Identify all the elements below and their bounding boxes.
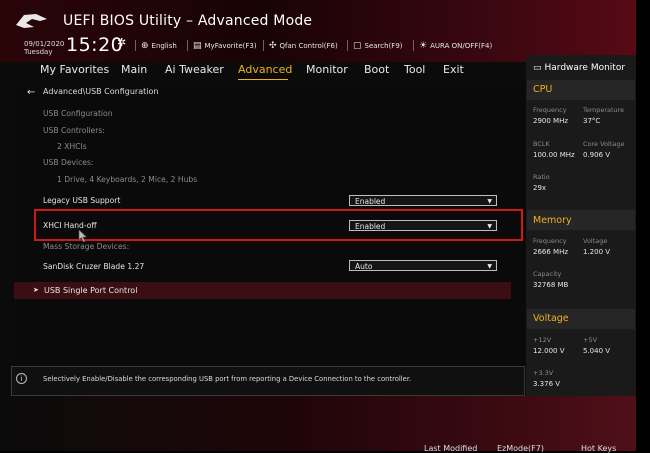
aura-button[interactable]: ☀ AURA ON/OFF(F4) <box>419 41 492 51</box>
header-divider <box>187 40 188 51</box>
usb-devices-value: 1 Drive, 4 Keyboards, 2 Mice, 2 Hubs <box>57 175 198 184</box>
globe-icon: ⊕ <box>141 41 149 51</box>
qfan-button[interactable]: ✣ Qfan Control(F6) <box>269 41 338 51</box>
breadcrumb: Advanced\USB Configuration <box>43 87 159 96</box>
time-display: 15:20 <box>66 34 124 56</box>
hot-keys-button[interactable]: Hot Keys <box>581 444 616 453</box>
cpu-section-label: CPU <box>533 84 553 95</box>
sandisk-select[interactable]: Auto ▼ <box>349 260 497 271</box>
app-title: UEFI BIOS Utility – Advanced Mode <box>63 13 313 29</box>
usb-devices-label: USB Devices: <box>43 158 94 167</box>
favorite-icon: ▤ <box>193 41 202 51</box>
memory-frequency-value: 2666 MHz <box>533 248 569 256</box>
back-arrow-icon[interactable]: ← <box>27 87 35 98</box>
tab-boot[interactable]: Boot <box>364 63 389 76</box>
memory-voltage-value: 1.200 V <box>583 248 611 256</box>
screen-edge <box>636 0 650 451</box>
hardware-monitor-title: ▭ Hardware Monitor <box>533 63 625 73</box>
v33-value: 3.376 V <box>533 380 561 388</box>
cpu-temperature-value: 37°C <box>583 117 601 125</box>
ezmode-button[interactable]: EzMode(F7) <box>497 444 544 453</box>
tab-monitor[interactable]: Monitor <box>306 63 348 76</box>
header-divider <box>135 40 136 51</box>
bclk-label: BCLK <box>533 140 550 148</box>
day-text: Tuesday <box>24 48 53 56</box>
monitor-icon: ▭ <box>533 63 542 73</box>
cpu-frequency-value: 2900 MHz <box>533 117 569 125</box>
qfan-label: Qfan Control(F6) <box>279 42 338 50</box>
memory-voltage-label: Voltage <box>583 237 608 245</box>
usb-single-port-control-label: USB Single Port Control <box>44 286 138 295</box>
tab-main[interactable]: Main <box>121 63 147 76</box>
xhci-hand-off-select[interactable]: Enabled ▼ <box>349 220 497 231</box>
active-tab-underline <box>238 79 288 80</box>
v5-label: +5V <box>583 336 598 344</box>
rog-logo-icon <box>16 14 47 28</box>
sandisk-label: SanDisk Cruzer Blade 1.27 <box>43 262 145 271</box>
language-label: English <box>151 42 177 50</box>
last-modified-button[interactable]: Last Modified <box>424 444 477 453</box>
header-divider <box>347 40 348 51</box>
tab-ai-tweaker[interactable]: Ai Tweaker <box>165 63 224 76</box>
bottom-bar <box>0 396 650 451</box>
date-display: 09/01/2020 Tuesday <box>24 40 64 56</box>
cpu-frequency-label: Frequency <box>533 106 567 114</box>
myfavorite-label: MyFavorite(F3) <box>204 42 257 50</box>
usb-controllers-label: USB Controllers: <box>43 126 105 135</box>
xhci-hand-off-label: XHCI Hand-off <box>43 221 97 230</box>
usb-configuration-heading: USB Configuration <box>43 109 113 118</box>
chevron-down-icon: ▼ <box>487 198 492 205</box>
cpu-temperature-label: Temperature <box>583 106 625 114</box>
memory-capacity-label: Capacity <box>533 270 562 278</box>
search-icon: ▢ <box>353 41 362 51</box>
chevron-down-icon: ▼ <box>487 263 492 270</box>
usb-controllers-value: 2 XHCIs <box>57 142 87 151</box>
myfavorite-button[interactable]: ▤ MyFavorite(F3) <box>193 41 257 51</box>
v33-label: +3.3V <box>533 369 554 377</box>
legacy-usb-support-value: Enabled <box>355 197 386 206</box>
gear-icon[interactable]: ✲ <box>117 36 126 49</box>
ratio-label: Ratio <box>533 173 550 181</box>
v12-value: 12.000 V <box>533 347 565 355</box>
tab-advanced[interactable]: Advanced <box>238 63 292 76</box>
search-label: Search(F9) <box>364 42 403 50</box>
mass-storage-devices-label: Mass Storage Devices: <box>43 242 130 251</box>
date-text: 09/01/2020 <box>24 40 65 48</box>
core-voltage-label: Core Voltage <box>583 140 625 148</box>
memory-section-label: Memory <box>533 215 572 226</box>
tab-my-favorites[interactable]: My Favorites <box>40 63 109 76</box>
xhci-hand-off-value: Enabled <box>355 222 386 231</box>
sandisk-value: Auto <box>355 262 373 271</box>
legacy-usb-support-select[interactable]: Enabled ▼ <box>349 195 497 206</box>
chevron-down-icon: ▼ <box>487 223 492 230</box>
chevron-right-icon: ➤ <box>33 286 39 294</box>
ratio-value: 29x <box>533 184 547 192</box>
aura-label: AURA ON/OFF(F4) <box>430 42 493 50</box>
aura-icon: ☀ <box>419 41 428 51</box>
hardware-monitor-label: Hardware Monitor <box>544 63 626 73</box>
header-divider <box>413 40 414 51</box>
memory-capacity-value: 32768 MB <box>533 281 569 289</box>
voltage-section-label: Voltage <box>533 313 569 324</box>
language-button[interactable]: ⊕ English <box>141 41 177 51</box>
bclk-value: 100.00 MHz <box>533 151 575 159</box>
tab-tool[interactable]: Tool <box>404 63 425 76</box>
tab-exit[interactable]: Exit <box>443 63 464 76</box>
header-divider <box>263 40 264 51</box>
memory-frequency-label: Frequency <box>533 237 567 245</box>
fan-icon: ✣ <box>269 41 277 51</box>
help-text: Selectively Enable/Disable the correspon… <box>43 375 412 383</box>
core-voltage-value: 0.906 V <box>583 151 611 159</box>
info-icon: i <box>16 373 27 384</box>
search-button[interactable]: ▢ Search(F9) <box>353 41 403 51</box>
legacy-usb-support-label: Legacy USB Support <box>43 196 121 205</box>
v12-label: +12V <box>533 336 552 344</box>
mouse-cursor-icon <box>78 229 88 243</box>
v5-value: 5.040 V <box>583 347 611 355</box>
